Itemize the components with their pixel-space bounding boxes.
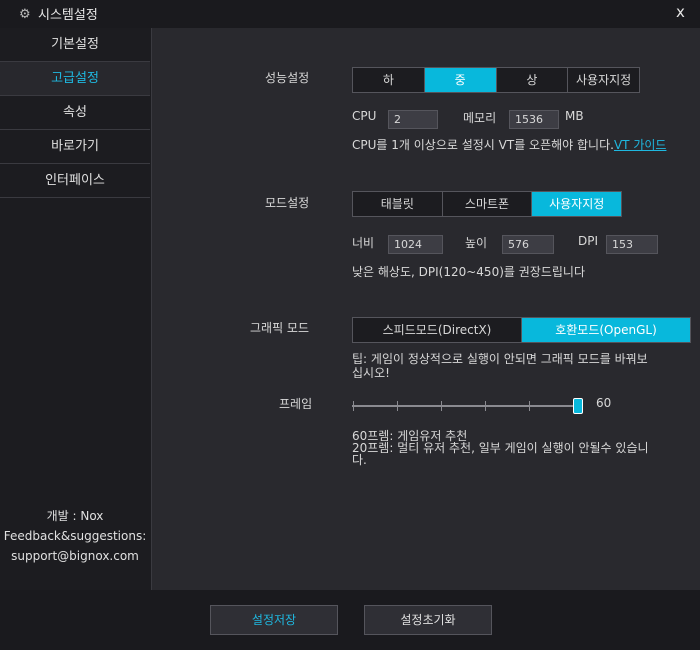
- performance-option-low[interactable]: 하: [353, 68, 425, 92]
- bottom-bar: 설정저장 설정초기화: [0, 590, 700, 650]
- memory-label: 메모리: [463, 111, 497, 125]
- mode-selector: 태블릿 스마트폰 사용자지정: [352, 191, 622, 217]
- frame-slider-tick: [441, 401, 442, 411]
- sidebar-item-basic[interactable]: 기본설정: [0, 28, 150, 62]
- graphics-label: 그래픽 모드: [250, 321, 310, 335]
- width-field[interactable]: [388, 235, 443, 254]
- frame-slider-knob[interactable]: [573, 398, 583, 414]
- vt-note: CPU를 1개 이상으로 설정시 VT를 오픈해야 합니다.VT 가이드: [352, 138, 682, 152]
- close-icon[interactable]: x: [676, 3, 685, 21]
- gear-icon: ⚙: [19, 7, 31, 22]
- frame-slider-tick: [485, 401, 486, 411]
- width-label: 너비: [352, 236, 375, 250]
- frame-slider-tick: [529, 401, 530, 411]
- dpi-field[interactable]: [606, 235, 658, 254]
- sidebar-item-advanced[interactable]: 고급설정: [0, 62, 150, 96]
- cpu-field[interactable]: [388, 110, 438, 129]
- sidebar-item-properties[interactable]: 속성: [0, 96, 150, 130]
- vt-guide-link[interactable]: VT 가이드: [614, 138, 666, 152]
- performance-label: 성능설정: [265, 71, 310, 85]
- graphics-tip: 팁: 게임이 정상적으로 실행이 안되면 그래픽 모드를 바꿔보 십시오!: [352, 352, 682, 380]
- mode-option-tablet[interactable]: 태블릿: [353, 192, 443, 216]
- performance-option-high[interactable]: 상: [497, 68, 569, 92]
- height-field[interactable]: [502, 235, 554, 254]
- frame-note-line3: 다.: [352, 453, 367, 467]
- frame-slider-track[interactable]: [352, 405, 578, 407]
- performance-selector: 하 중 상 사용자지정: [352, 67, 640, 93]
- sidebar-footer: 개발 : Nox Feedback&suggestions: support@b…: [0, 506, 150, 566]
- title-bar: ⚙ 시스템설정 x: [0, 0, 700, 28]
- graphics-tip-line1: 팁: 게임이 정상적으로 실행이 안되면 그래픽 모드를 바꿔보: [352, 352, 648, 366]
- frame-slider-tick: [397, 401, 398, 411]
- dpi-label: DPI: [578, 234, 599, 248]
- developer-text: 개발 : Nox: [46, 509, 104, 523]
- height-label: 높이: [465, 236, 488, 250]
- sidebar-item-interface[interactable]: 인터페이스: [0, 164, 150, 198]
- settings-panel: 성능설정 하 중 상 사용자지정 CPU 메모리 MB CPU를 1개 이상으로…: [152, 28, 700, 590]
- graphics-option-directx[interactable]: 스피드모드(DirectX): [353, 318, 522, 342]
- feedback-text: Feedback&suggestions:: [3, 529, 147, 543]
- graphics-option-opengl[interactable]: 호환모드(OpenGL): [522, 318, 690, 342]
- performance-option-custom[interactable]: 사용자지정: [568, 68, 639, 92]
- memory-field[interactable]: [509, 110, 559, 129]
- cpu-label: CPU: [352, 109, 377, 123]
- sidebar-item-shortcuts[interactable]: 바로가기: [0, 130, 150, 164]
- support-email: support@bignox.com: [11, 549, 139, 563]
- performance-option-mid[interactable]: 중: [424, 68, 497, 92]
- frame-label: 프레임: [279, 397, 313, 411]
- graphics-selector: 스피드모드(DirectX) 호환모드(OpenGL): [352, 317, 691, 343]
- save-settings-button[interactable]: 설정저장: [210, 605, 338, 635]
- resolution-note: 낮은 해상도, DPI(120~450)를 권장드립니다: [352, 265, 585, 279]
- frame-note: 60프렘: 게임유저 추천 20프렘: 멀티 유저 추천, 일부 게임이 실행이…: [352, 430, 692, 466]
- frame-note-line2: 20프렘: 멀티 유저 추천, 일부 게임이 실행이 안될수 있습니: [352, 441, 649, 455]
- mode-label: 모드설정: [265, 196, 310, 210]
- frame-value: 60: [596, 396, 612, 410]
- mode-option-smartphone[interactable]: 스마트폰: [443, 192, 533, 216]
- sidebar: 기본설정 고급설정 속성 바로가기 인터페이스 개발 : Nox Feedbac…: [0, 28, 152, 590]
- vt-note-text: CPU를 1개 이상으로 설정시 VT를 오픈해야 합니다.: [352, 138, 614, 152]
- memory-unit: MB: [565, 109, 584, 123]
- reset-settings-button[interactable]: 설정초기화: [364, 605, 492, 635]
- graphics-tip-line2: 십시오!: [352, 366, 390, 380]
- window-title: 시스템설정: [38, 8, 98, 23]
- frame-slider-tick: [353, 401, 354, 411]
- mode-option-custom[interactable]: 사용자지정: [532, 192, 622, 216]
